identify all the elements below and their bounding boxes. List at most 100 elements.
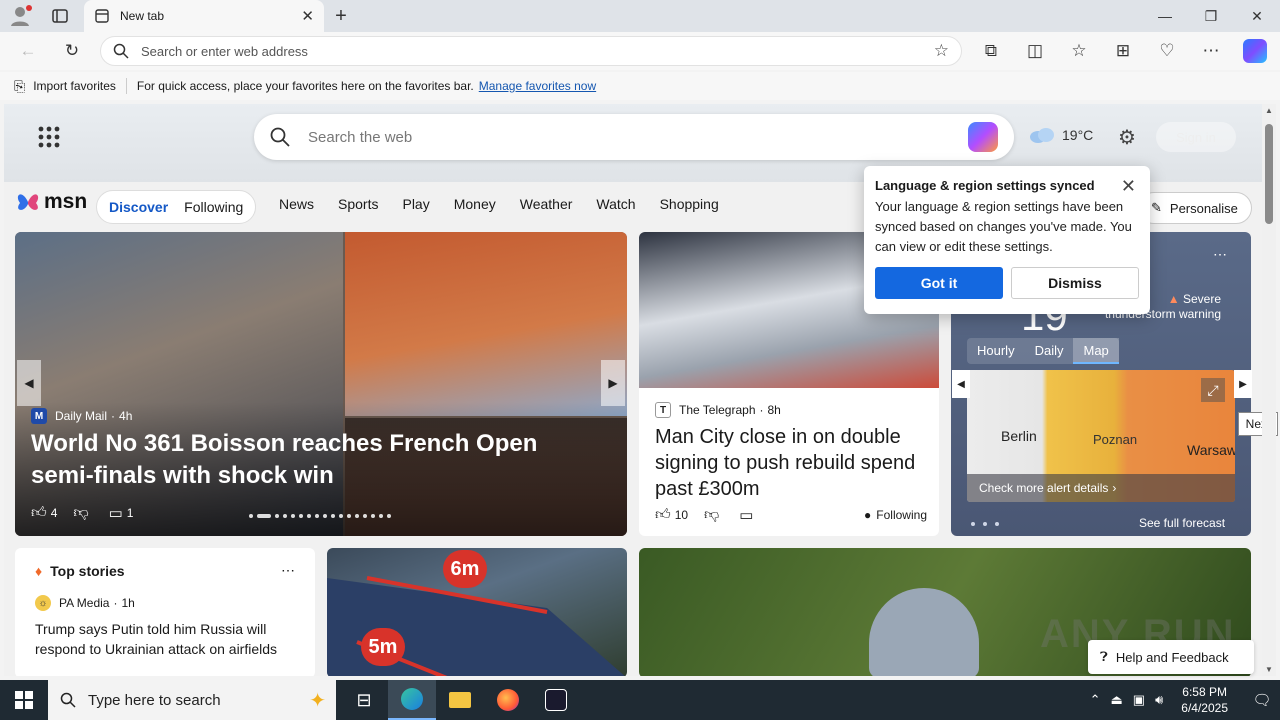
- anyrun-app-icon[interactable]: [532, 680, 580, 720]
- expand-icon[interactable]: ⤢: [1201, 378, 1225, 402]
- comment-button[interactable]: ▭: [739, 506, 757, 524]
- split-screen-icon[interactable]: ◫: [1019, 35, 1051, 67]
- weather-prev-button[interactable]: ◀: [952, 370, 970, 398]
- following-badge[interactable]: ● Following: [864, 508, 927, 522]
- scroll-up-icon[interactable]: ▲: [1265, 106, 1273, 115]
- new-tab-button[interactable]: +: [328, 4, 354, 28]
- carousel-dot[interactable]: [249, 514, 253, 518]
- weather-map[interactable]: Berlin Poznan Warsaw ⤢ Check more alert …: [967, 370, 1235, 502]
- msn-logo[interactable]: msn: [16, 190, 87, 214]
- carousel-dot[interactable]: [983, 522, 987, 526]
- restore-icon[interactable]: ❐: [1188, 0, 1234, 32]
- favorites-icon[interactable]: ☆: [1063, 35, 1095, 67]
- copilot-icon[interactable]: [968, 122, 998, 152]
- full-forecast-link[interactable]: See full forecast: [1139, 516, 1225, 530]
- start-button[interactable]: [0, 680, 48, 720]
- hero-headline[interactable]: World No 361 Boisson reaches French Open…: [31, 428, 591, 492]
- nav-play[interactable]: Play: [402, 196, 429, 212]
- dislike-button[interactable]: 👎︎: [704, 506, 723, 524]
- import-favorites-icon[interactable]: ⎘: [14, 78, 25, 95]
- carousel-dot[interactable]: [331, 514, 335, 518]
- weather-mini[interactable]: 19°C: [1028, 126, 1093, 144]
- nav-sports[interactable]: Sports: [338, 196, 378, 212]
- like-button[interactable]: 👍︎ 10: [655, 506, 688, 524]
- comment-button[interactable]: ▭ 1: [109, 504, 134, 522]
- personalise-button[interactable]: ✎ Personalise: [1138, 192, 1252, 224]
- reload-icon[interactable]: ↻: [56, 35, 88, 67]
- gear-icon[interactable]: ⚙: [1114, 124, 1140, 150]
- top-stories-card[interactable]: ♦ Top stories ⋯ ☼ PA Media · 1h Trump sa…: [15, 548, 315, 676]
- carousel-dot[interactable]: [371, 514, 375, 518]
- news-headline[interactable]: Man City close in on double signing to p…: [655, 424, 925, 502]
- weather-next-button[interactable]: ▶: [1234, 370, 1252, 398]
- volume-icon[interactable]: 🔊︎: [1155, 692, 1163, 708]
- minimize-icon[interactable]: —: [1142, 0, 1188, 32]
- carousel-next-button[interactable]: ▶: [601, 360, 625, 406]
- nav-news[interactable]: News: [279, 196, 314, 212]
- got-it-button[interactable]: Got it: [875, 267, 1003, 299]
- story-headline[interactable]: Trump says Putin told him Russia will re…: [35, 619, 295, 659]
- dismiss-button[interactable]: Dismiss: [1011, 267, 1139, 299]
- manage-favorites-link[interactable]: Manage favorites now: [479, 79, 596, 93]
- close-window-icon[interactable]: ✕: [1234, 0, 1280, 32]
- taskbar-search[interactable]: Type here to search ✦: [48, 680, 336, 720]
- nav-shopping[interactable]: Shopping: [660, 196, 719, 212]
- apps-launcher-icon[interactable]: [36, 124, 62, 150]
- carousel-dot[interactable]: [283, 514, 287, 518]
- notifications-icon[interactable]: 🗨︎: [1244, 691, 1280, 709]
- usb-icon[interactable]: ⏏: [1110, 692, 1122, 708]
- profile-icon[interactable]: [8, 3, 34, 29]
- address-bar[interactable]: Search or enter web address ☆: [100, 36, 962, 66]
- collections-icon[interactable]: ⊞: [1107, 35, 1139, 67]
- edge-app-icon[interactable]: [388, 680, 436, 720]
- close-icon[interactable]: ✕: [1121, 176, 1136, 197]
- carousel-dot[interactable]: [275, 514, 279, 518]
- nav-money[interactable]: Money: [454, 196, 496, 212]
- task-view-icon[interactable]: ⊟: [340, 680, 388, 720]
- carousel-dot[interactable]: [995, 522, 999, 526]
- tab-map[interactable]: Map: [1073, 338, 1119, 364]
- carousel-dot[interactable]: [363, 514, 367, 518]
- active-tab[interactable]: New tab ✕: [84, 0, 324, 32]
- sign-in-button[interactable]: Sign in: [1156, 122, 1236, 152]
- carousel-dot[interactable]: [339, 514, 343, 518]
- carousel-dot[interactable]: [971, 522, 975, 526]
- scroll-down-icon[interactable]: ▼: [1265, 665, 1273, 674]
- close-tab-icon[interactable]: ✕: [301, 7, 314, 25]
- back-icon[interactable]: ←: [12, 35, 44, 67]
- tab-following[interactable]: Following: [176, 199, 251, 215]
- help-feedback-button[interactable]: ❓︎ Help and Feedback: [1088, 640, 1254, 674]
- carousel-dot[interactable]: [315, 514, 319, 518]
- dislike-button[interactable]: 👎︎: [73, 504, 92, 522]
- carousel-dot-active[interactable]: [257, 514, 271, 518]
- favorite-star-icon[interactable]: ☆: [934, 41, 949, 61]
- carousel-dot[interactable]: [291, 514, 295, 518]
- network-icon[interactable]: ▣: [1133, 692, 1145, 708]
- file-explorer-icon[interactable]: [436, 680, 484, 720]
- tab-discover[interactable]: Discover: [101, 199, 176, 215]
- carousel-prev-button[interactable]: ◀: [17, 360, 41, 406]
- solar-panel-card[interactable]: 6m 5m: [327, 548, 627, 676]
- tab-hourly[interactable]: Hourly: [967, 338, 1025, 364]
- tab-daily[interactable]: Daily: [1025, 338, 1074, 364]
- page-scrollbar[interactable]: ▲ ▼: [1262, 104, 1276, 676]
- carousel-dot[interactable]: [299, 514, 303, 518]
- extensions-icon[interactable]: ⧉: [975, 35, 1007, 67]
- web-search-box[interactable]: Search the web: [254, 114, 1014, 160]
- like-button[interactable]: 👍︎ 4: [31, 504, 57, 522]
- carousel-dot[interactable]: [307, 514, 311, 518]
- nav-watch[interactable]: Watch: [596, 196, 635, 212]
- browser-essentials-icon[interactable]: ♡: [1151, 35, 1183, 67]
- scroll-thumb[interactable]: [1265, 124, 1273, 224]
- more-options-icon[interactable]: ⋯: [281, 562, 295, 579]
- carousel-dot[interactable]: [355, 514, 359, 518]
- carousel-dot[interactable]: [387, 514, 391, 518]
- hero-story-card[interactable]: ◀ ▶ M Daily Mail · 4h World No 361 Boiss…: [15, 232, 627, 536]
- nav-weather[interactable]: Weather: [520, 196, 573, 212]
- tab-actions-icon[interactable]: [48, 4, 72, 28]
- import-favorites-label[interactable]: Import favorites: [33, 79, 116, 93]
- clock[interactable]: 6:58 PM 6/4/2025: [1181, 684, 1228, 716]
- more-menu-icon[interactable]: ⋯: [1195, 35, 1227, 67]
- alert-details-link[interactable]: Check more alert details ›: [967, 474, 1235, 502]
- chevron-up-icon[interactable]: ⌃: [1090, 692, 1101, 708]
